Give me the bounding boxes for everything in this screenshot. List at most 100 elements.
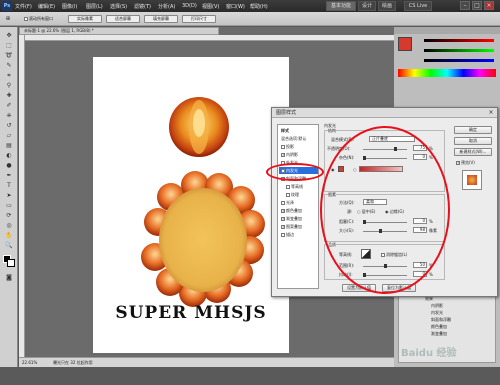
flower-shape	[141, 171, 265, 307]
menu-3d[interactable]: 3D(D)	[182, 3, 197, 9]
layer-effect-item[interactable]: 渐变叠加	[431, 331, 447, 337]
workspace-painting-button[interactable]: 绘画	[378, 1, 396, 11]
restore-icon[interactable]: □	[472, 1, 482, 10]
clone-stamp-tool-icon[interactable]: ⎈	[3, 111, 15, 120]
crop-tool-icon[interactable]: ⌗	[3, 71, 15, 80]
minimize-icon[interactable]: –	[460, 1, 470, 10]
style-item-gradient-overlay[interactable]: ✓渐变叠加	[279, 215, 318, 222]
layer-effect-item[interactable]: 内发光	[431, 310, 443, 316]
color-panel-tabs[interactable]	[394, 27, 500, 34]
color-preview-swatch[interactable]	[398, 37, 412, 51]
cs-live-button[interactable]: CS Live	[404, 1, 432, 11]
layer-style-dialog: 图层样式 × 样式 混合选项:默认 投影 ✓内阴影 外发光 ✓内发光 ✓斜面和浮…	[266, 107, 498, 297]
options-bar: ⊕ 滚动所有窗口 实际像素 适合屏幕 填充屏幕 打印尺寸	[0, 12, 500, 26]
status-bar: 22.61% 曝光只在 32 位起作用	[19, 357, 394, 367]
checkbox-icon[interactable]: ✓	[281, 209, 285, 213]
dodge-tool-icon[interactable]: ●	[3, 161, 15, 170]
watermark-text: Baidu 经验	[401, 348, 457, 359]
close-icon[interactable]: ×	[487, 109, 495, 117]
path-select-tool-icon[interactable]: ➤	[3, 191, 15, 200]
blue-slider[interactable]	[424, 59, 494, 62]
quick-mask-icon[interactable]: ◙	[3, 273, 15, 282]
preview-checkbox[interactable]: ✓预览(V)	[456, 160, 475, 166]
menu-image[interactable]: 图像(I)	[62, 3, 77, 10]
style-item-color-overlay[interactable]: ✓颜色叠加	[279, 207, 318, 214]
background-color-swatch[interactable]	[7, 259, 15, 267]
style-item-contour[interactable]: 等高线	[279, 183, 318, 190]
menu-window[interactable]: 窗口(W)	[226, 3, 245, 10]
red-slider[interactable]	[424, 39, 494, 42]
dialog-title: 图层样式	[272, 108, 497, 118]
3d-rotate-tool-icon[interactable]: ⟳	[3, 211, 15, 220]
print-size-button[interactable]: 打印尺寸	[182, 15, 216, 23]
new-style-button[interactable]: 新建样式(W)...	[454, 148, 492, 156]
color-ramp[interactable]	[398, 69, 496, 77]
checkbox-icon[interactable]	[281, 233, 285, 237]
move-tool-icon[interactable]: ✥	[3, 31, 15, 40]
style-item-satin[interactable]: 光泽	[279, 199, 318, 206]
menu-help[interactable]: 帮助(H)	[250, 3, 268, 10]
menu-select[interactable]: 选择(S)	[110, 3, 127, 10]
menu-bar: Ps 文件(F) 编辑(E) 图像(I) 图层(L) 选择(S) 滤镜(T) 分…	[0, 0, 500, 12]
ok-button[interactable]: 确定	[454, 126, 492, 134]
workspace-basic-button[interactable]: 基本功能	[326, 1, 356, 11]
document-tab[interactable]: 未标题-1 @ 22.6% (图层 1, RGB/8) *	[19, 27, 219, 35]
style-item-drop-shadow[interactable]: 投影	[279, 143, 318, 150]
pen-tool-icon[interactable]: ✒	[3, 171, 15, 180]
type-tool-icon[interactable]: T	[3, 181, 15, 190]
checkbox-icon[interactable]	[286, 185, 290, 189]
zoom-level[interactable]: 22.61%	[22, 360, 37, 365]
history-brush-tool-icon[interactable]: ↺	[3, 121, 15, 130]
checkbox-icon[interactable]: ✓	[281, 217, 285, 221]
menu-analysis[interactable]: 分析(A)	[158, 3, 175, 10]
menu-filter[interactable]: 滤镜(T)	[134, 3, 151, 10]
marquee-tool-icon[interactable]: ⬚	[3, 41, 15, 50]
styles-header[interactable]: 样式	[279, 127, 318, 134]
menu-layer[interactable]: 图层(L)	[86, 3, 103, 10]
gradient-tool-icon[interactable]: ▤	[3, 141, 15, 150]
menu-file[interactable]: 文件(F)	[15, 3, 32, 10]
layer-effect-item[interactable]: 颜色叠加	[431, 324, 447, 330]
green-slider[interactable]	[424, 49, 494, 52]
blend-options-item[interactable]: 混合选项:默认	[279, 135, 318, 142]
shape-tool-icon[interactable]: ▭	[3, 201, 15, 210]
eyedropper-tool-icon[interactable]: ⚲	[3, 81, 15, 90]
menu-view[interactable]: 视图(V)	[202, 3, 219, 10]
zoom-tool-icon[interactable]: ⊕	[3, 14, 13, 23]
3d-camera-tool-icon[interactable]: ◎	[3, 221, 15, 230]
checkbox-icon[interactable]: ✓	[281, 153, 285, 157]
style-item-stroke[interactable]: 描边	[279, 231, 318, 238]
cancel-button[interactable]: 取消	[454, 137, 492, 145]
photoshop-logo: Ps	[2, 1, 12, 11]
structure-title: 结构	[328, 128, 336, 134]
blur-tool-icon[interactable]: ◐	[3, 151, 15, 160]
layer-effect-item[interactable]: 内阴影	[431, 303, 443, 309]
fit-screen-button[interactable]: 适合屏幕	[106, 15, 140, 23]
checkbox-icon[interactable]	[281, 145, 285, 149]
toolbox: ✥ ⬚ ➰ ✎ ⌗ ⚲ ✚ ✐ ⎈ ↺ ▱ ▤ ◐ ● ✒ T ➤ ▭ ⟳ ◎ …	[0, 27, 18, 367]
healing-tool-icon[interactable]: ✚	[3, 91, 15, 100]
fill-screen-button[interactable]: 填充屏幕	[144, 15, 178, 23]
style-item-pattern-overlay[interactable]: ✓图案叠加	[279, 223, 318, 230]
close-icon[interactable]: ×	[484, 1, 494, 10]
zoom-tool-icon[interactable]: 🔍	[3, 241, 15, 250]
quick-select-tool-icon[interactable]: ✎	[3, 61, 15, 70]
checkbox-icon[interactable]	[286, 193, 290, 197]
checkbox-icon[interactable]	[281, 201, 285, 205]
scroll-all-windows-checkbox[interactable]: 滚动所有窗口	[24, 16, 53, 22]
lasso-tool-icon[interactable]: ➰	[3, 51, 15, 60]
style-item-texture[interactable]: 纹理	[279, 191, 318, 198]
menu-edit[interactable]: 编辑(E)	[38, 3, 55, 10]
actual-pixels-button[interactable]: 实际像素	[68, 15, 102, 23]
annotation-highlight-ellipse	[266, 163, 324, 181]
brush-tool-icon[interactable]: ✐	[3, 101, 15, 110]
canvas[interactable]: SUPER MHSJS	[93, 57, 289, 353]
percent-unit: %	[429, 272, 433, 277]
hand-tool-icon[interactable]: ✋	[3, 231, 15, 240]
workspace-design-button[interactable]: 设计	[358, 1, 376, 11]
checkbox-icon[interactable]: ✓	[281, 225, 285, 229]
style-item-inner-shadow[interactable]: ✓内阴影	[279, 151, 318, 158]
style-list: 样式 混合选项:默认 投影 ✓内阴影 外发光 ✓内发光 ✓斜面和浮雕 等高线 纹…	[277, 124, 319, 289]
layer-effect-item[interactable]: 斜面和浮雕	[431, 317, 451, 323]
eraser-tool-icon[interactable]: ▱	[3, 131, 15, 140]
